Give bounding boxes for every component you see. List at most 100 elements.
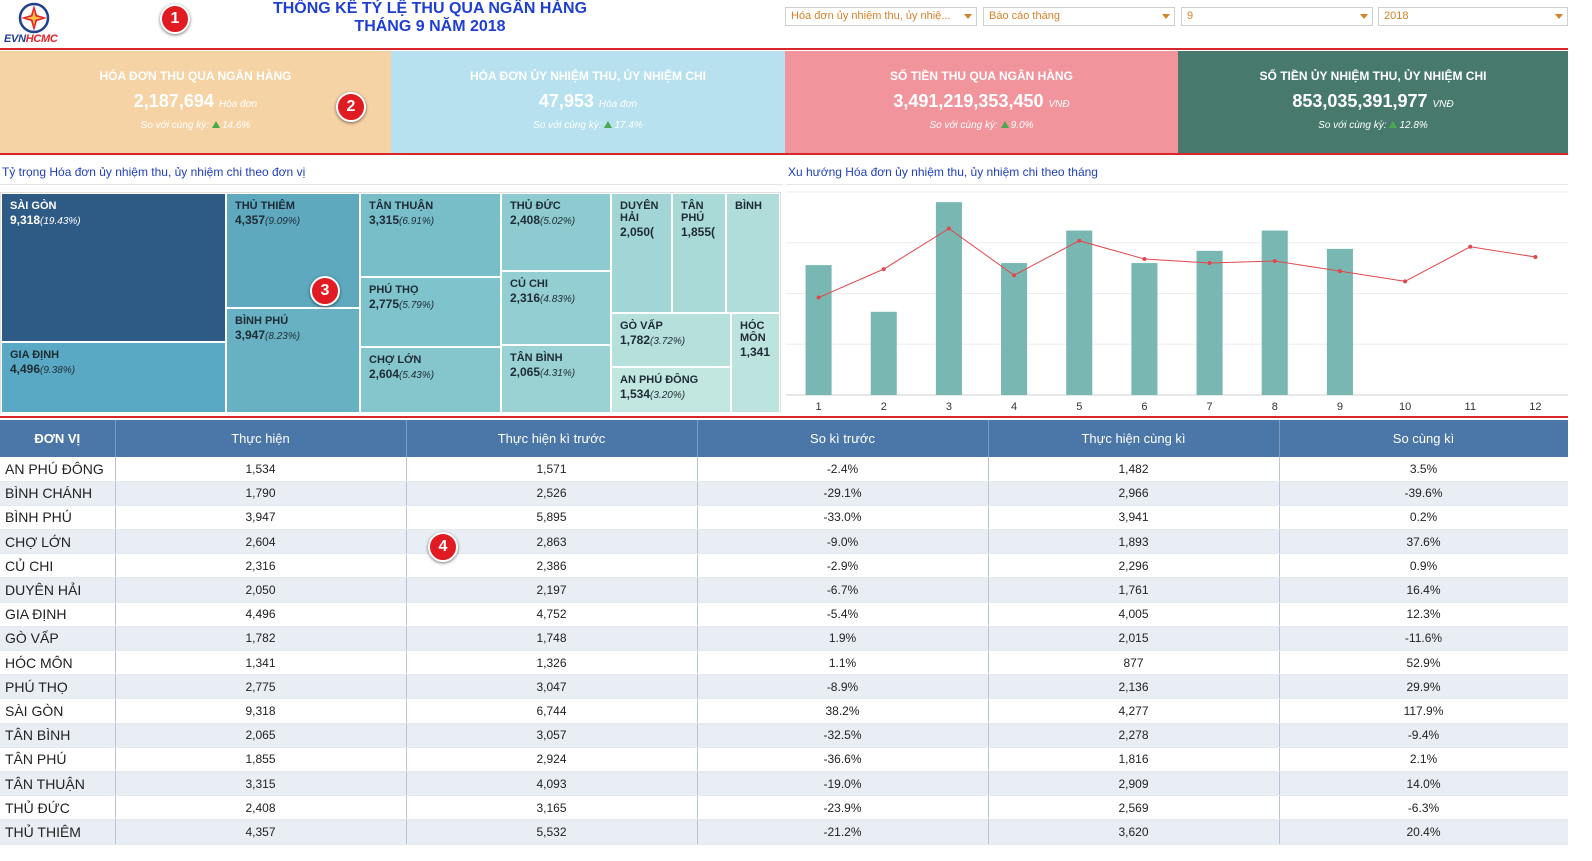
cell-actual: 9,318 bbox=[115, 698, 407, 724]
cell-vs-same-period: -11.6% bbox=[1279, 626, 1568, 652]
treemap-cell-gia-dinh[interactable]: GIA ĐỊNH 4,496(9.38%) bbox=[1, 342, 226, 413]
treemap-cell-tan-thuan[interactable]: TÂN THUẬN 3,315(6.91%) bbox=[360, 193, 501, 277]
table-row[interactable]: THỦ ĐỨC 2,408 3,165 -23.9% 2,569 -6.3% bbox=[0, 795, 1568, 821]
treemap-cell-thu-duc[interactable]: THỦ ĐỨC 2,408(5.02%) bbox=[501, 193, 611, 271]
cell-pct: (6.91%) bbox=[399, 216, 435, 227]
kpi-compare-value: 17.4% bbox=[614, 120, 643, 131]
table-row[interactable]: HÓC MÔN 1,341 1,326 1.1% 877 52.9% bbox=[0, 650, 1568, 676]
table-row[interactable]: TÂN THUẬN 3,315 4,093 -19.0% 2,909 14.0% bbox=[0, 771, 1568, 797]
column-header-unit[interactable]: ĐƠN VỊ bbox=[0, 420, 116, 457]
cell-unit: SÀI GÒN bbox=[0, 698, 116, 724]
cell-actual: 1,782 bbox=[115, 626, 407, 652]
table-row[interactable]: BÌNH PHÚ 3,947 5,895 -33.0% 3,941 0.2% bbox=[0, 505, 1568, 531]
line-point-month-5 bbox=[1077, 238, 1082, 243]
cell-value: 4,496(9.38%) bbox=[10, 361, 219, 379]
filter-year-value: 2018 bbox=[1384, 10, 1409, 22]
treemap-cell-an-phu-dong[interactable]: AN PHÚ ĐÔNG 1,534(3.20%) bbox=[611, 367, 731, 413]
table-row[interactable]: PHÚ THỌ 2,775 3,047 -8.9% 2,136 29.9% bbox=[0, 674, 1568, 700]
treemap-cell-go-vap[interactable]: GÒ VẤP 1,782(3.72%) bbox=[611, 313, 731, 367]
kpi-card-invoices-bank: HÓA ĐƠN THU QUA NGÂN HÀNG 2,187,694 Hóa … bbox=[0, 51, 391, 154]
cell-name: DUYÊN HẢI bbox=[620, 200, 659, 224]
kpi-compare-label: So với cùng kỳ: bbox=[1318, 120, 1387, 131]
column-header-vs-previous[interactable]: So kì trước bbox=[697, 420, 989, 457]
table-row[interactable]: GIA ĐỊNH 4,496 4,752 -5.4% 4,005 12.3% bbox=[0, 602, 1568, 627]
cell-vs-same-period: 12.3% bbox=[1279, 602, 1568, 627]
table-row[interactable]: AN PHÚ ĐÔNG 1,534 1,571 -2.4% 1,482 3.5% bbox=[0, 457, 1568, 482]
filter-report-type[interactable]: Báo cáo tháng bbox=[983, 7, 1175, 26]
table-row[interactable]: DUYÊN HẢI 2,050 2,197 -6.7% 1,761 16.4% bbox=[0, 577, 1568, 603]
cell-name: BÌNH bbox=[735, 200, 762, 212]
logo-text: EVNHCMC bbox=[4, 33, 58, 45]
kpi-unit: Hóa đơn bbox=[218, 99, 258, 110]
cell-value-number: 2,050( bbox=[620, 225, 655, 239]
cell-previous: 1,748 bbox=[406, 626, 698, 652]
table-row[interactable]: CỦ CHI 2,316 2,386 -2.9% 2,296 0.9% bbox=[0, 553, 1568, 579]
treemap-cell-sai-gon[interactable]: SÀI GÒN 9,318(19.43%) bbox=[1, 193, 226, 342]
kpi-value-number: 853,035,391,977 bbox=[1292, 91, 1428, 111]
treemap-cell-binh-phu[interactable]: BÌNH PHÚ 3,947(8.23%) bbox=[226, 308, 360, 413]
treemap-cell-cho-lon[interactable]: CHỢ LỚN 2,604(5.43%) bbox=[360, 347, 501, 413]
treemap-cell-tan-phu[interactable]: TÂN PHÚ 1,855( bbox=[672, 193, 726, 313]
cell-value: 2,316(4.83%) bbox=[510, 290, 604, 308]
divider bbox=[0, 416, 1592, 418]
treemap-cell-cu-chi[interactable]: CỦ CHI 2,316(4.83%) bbox=[501, 271, 611, 345]
kpi-unit: VNĐ bbox=[1432, 99, 1454, 110]
cell-vs-same-period: 29.9% bbox=[1279, 674, 1568, 700]
line-point-month-4 bbox=[1012, 273, 1017, 278]
bar-month-5 bbox=[1066, 230, 1093, 395]
table-row[interactable]: GÒ VẤP 1,782 1,748 1.9% 2,015 -11.6% bbox=[0, 626, 1568, 652]
cell-previous: 6,744 bbox=[406, 698, 698, 724]
table-row[interactable]: BÌNH CHÁNH 1,790 2,526 -29.1% 2,966 -39.6% bbox=[0, 481, 1568, 506]
kpi-compare: So với cùng kỳ: 12.8% bbox=[1178, 120, 1568, 131]
cell-same-period: 2,296 bbox=[988, 553, 1280, 579]
filter-year[interactable]: 2018 bbox=[1378, 7, 1568, 26]
table-row[interactable]: SÀI GÒN 9,318 6,744 38.2% 4,277 117.9% bbox=[0, 698, 1568, 724]
table-row[interactable]: TÂN PHÚ 1,855 2,924 -36.6% 1,816 2.1% bbox=[0, 747, 1568, 772]
kpi-card-amount-bank: SỐ TIỀN THU QUA NGÂN HÀNG 3,491,219,353,… bbox=[785, 51, 1178, 154]
cell-actual: 1,534 bbox=[115, 457, 407, 482]
cell-name: HÓC MÔN bbox=[740, 320, 766, 344]
column-header-vs-same-period[interactable]: So cùng kì bbox=[1279, 420, 1568, 457]
treemap-title: Tỷ trọng Hóa đơn ủy nhiệm thu, ủy nhiệm … bbox=[0, 163, 783, 185]
table-row[interactable]: THỦ THIÊM 4,357 5,532 -21.2% 3,620 20.4% bbox=[0, 819, 1568, 845]
kpi-unit: VNĐ bbox=[1048, 99, 1070, 110]
cell-value-number: 3,947 bbox=[235, 328, 266, 342]
treemap-cell-binh-chanh[interactable]: BÌNH bbox=[726, 193, 780, 313]
cell-actual: 3,315 bbox=[115, 771, 407, 797]
cell-vs-previous: -8.9% bbox=[697, 674, 989, 700]
cell-value-number: 2,775 bbox=[369, 297, 400, 311]
filter-invoice-type[interactable]: Hóa đơn ủy nhiệm thu, ủy nhiệ... bbox=[785, 7, 977, 26]
cell-unit: GIA ĐỊNH bbox=[0, 602, 116, 627]
cell-value: 3,947(8.23%) bbox=[235, 327, 353, 345]
x-tick-label: 7 bbox=[1207, 401, 1213, 413]
kpi-compare: So với cùng kỳ: 17.4% bbox=[391, 120, 785, 131]
column-header-same-period[interactable]: Thực hiện cùng kì bbox=[988, 420, 1280, 457]
cell-name: GÒ VẤP bbox=[620, 320, 663, 332]
logo-text-hcmc: HCMC bbox=[25, 33, 58, 45]
table-row[interactable]: TÂN BÌNH 2,065 3,057 -32.5% 2,278 -9.4% bbox=[0, 723, 1568, 748]
up-arrow-icon bbox=[211, 121, 220, 128]
trend-chart-title: Xu hướng Hóa đơn ủy nhiệm thu, ủy nhiệm … bbox=[786, 163, 1568, 185]
cell-unit: THỦ ĐỨC bbox=[0, 795, 116, 821]
bar-month-1 bbox=[805, 265, 832, 395]
treemap-cell-duyen-hai[interactable]: DUYÊN HẢI 2,050( bbox=[611, 193, 672, 313]
cell-vs-previous: 1.9% bbox=[697, 626, 989, 652]
cell-name: BÌNH PHÚ bbox=[235, 315, 289, 327]
treemap-cell-hoc-mon[interactable]: HÓC MÔN 1,341 bbox=[731, 313, 780, 413]
column-header-actual[interactable]: Thực hiện bbox=[115, 420, 407, 457]
cell-value: 9,318(19.43%) bbox=[10, 212, 219, 230]
cell-vs-same-period: 117.9% bbox=[1279, 698, 1568, 724]
cell-vs-same-period: -6.3% bbox=[1279, 795, 1568, 821]
column-header-previous[interactable]: Thực hiện kì trước bbox=[406, 420, 698, 457]
cell-same-period: 1,893 bbox=[988, 529, 1280, 555]
treemap-cell-tan-binh[interactable]: TÂN BÌNH 2,065(4.31%) bbox=[501, 345, 611, 413]
table-row[interactable]: CHỢ LỚN 2,604 2,863 -9.0% 1,893 37.6% bbox=[0, 529, 1568, 555]
kpi-value: 2,187,694 Hóa đơn bbox=[0, 91, 391, 112]
bar-month-8 bbox=[1261, 230, 1288, 395]
filter-month[interactable]: 9 bbox=[1181, 7, 1373, 26]
cell-pct: (9.09%) bbox=[265, 216, 301, 227]
treemap-cell-phu-tho[interactable]: PHÚ THỌ 2,775(5.79%) bbox=[360, 277, 501, 347]
kpi-value: 3,491,219,353,450 VNĐ bbox=[785, 91, 1178, 112]
cell-vs-same-period: 3.5% bbox=[1279, 457, 1568, 482]
trend-line bbox=[818, 227, 1536, 299]
